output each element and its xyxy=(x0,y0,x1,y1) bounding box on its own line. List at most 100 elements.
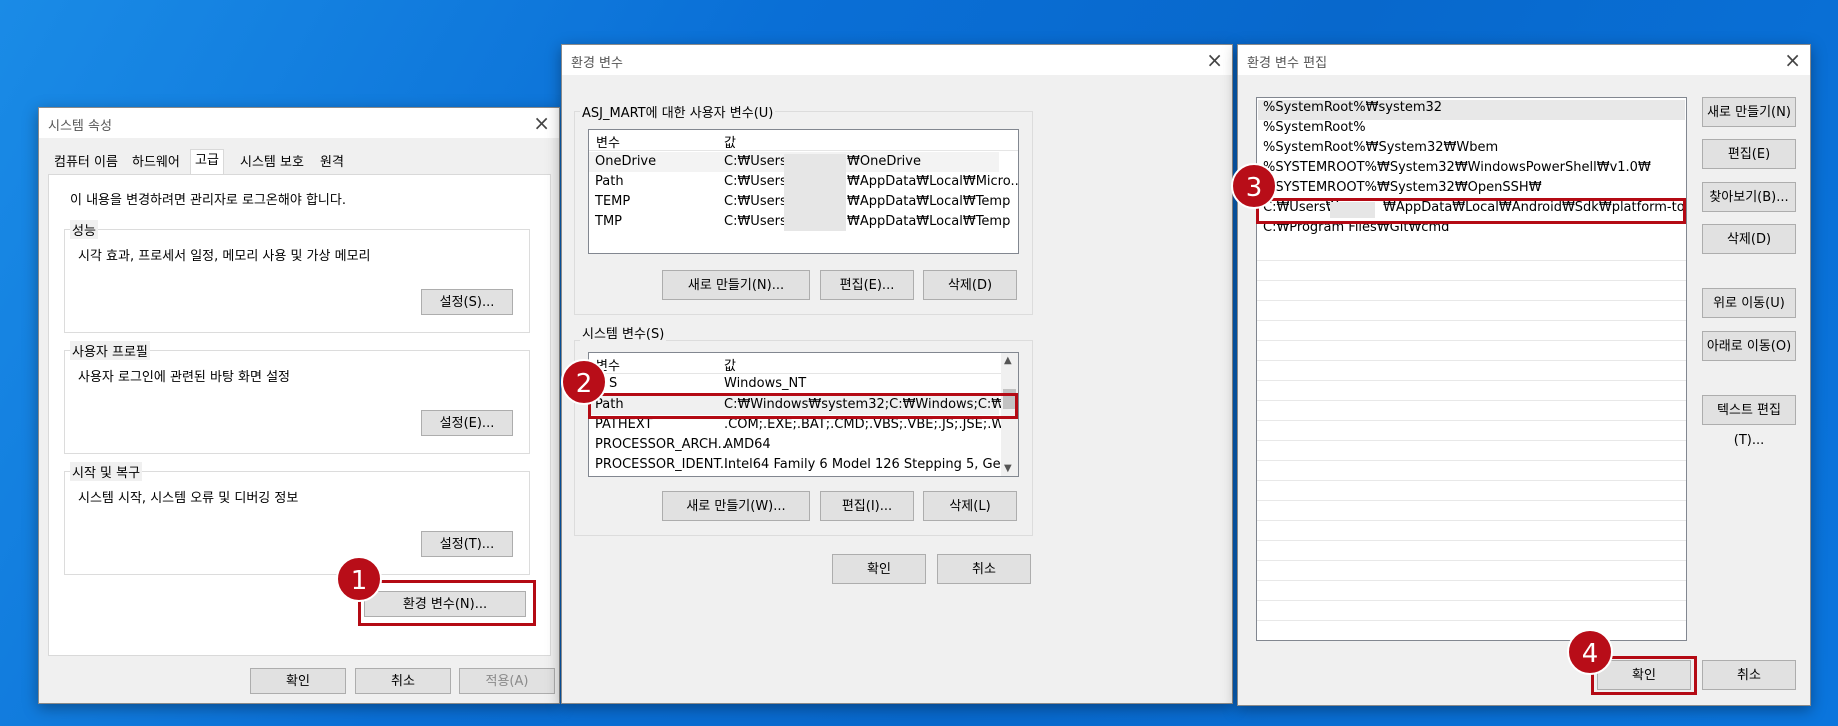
browse-button[interactable]: 찾아보기(B)... xyxy=(1702,182,1796,212)
dialog-title: 환경 변수 xyxy=(571,56,623,71)
path-entry[interactable]: %SystemRoot% xyxy=(1263,120,1682,140)
var-value: ₩AppData₩Local₩Micro... xyxy=(847,174,1019,189)
title-bar: 시스템 속성 × xyxy=(39,108,559,138)
path-entry[interactable]: %SystemRoot%₩system32 xyxy=(1258,100,1685,120)
startup-label: 시작 및 복구 xyxy=(70,462,143,481)
row-divider xyxy=(1257,380,1686,381)
system-var-row[interactable]: PROCESSOR_ARCH... AMD64 xyxy=(589,435,999,455)
row-divider xyxy=(1257,460,1686,461)
row-divider xyxy=(1257,600,1686,601)
row-divider xyxy=(1257,320,1686,321)
row-divider xyxy=(1257,260,1686,261)
var-name: PATHEXT xyxy=(595,417,653,432)
row-divider xyxy=(1257,340,1686,341)
profile-label: 사용자 프로필 xyxy=(70,341,150,360)
redacted-username xyxy=(784,154,846,231)
admin-note: 이 내용을 변경하려면 관리자로 로그온해야 합니다. xyxy=(70,193,346,208)
tab-computer-name[interactable]: 컴퓨터 이름 xyxy=(50,152,122,174)
performance-label: 성능 xyxy=(70,220,98,239)
edit-button[interactable]: 편집(E) xyxy=(1702,139,1796,169)
list-header: 변수 값 xyxy=(589,353,1018,374)
user-variables-list[interactable]: 변수 값 OneDrive C:₩Users₩ ₩OneDrive Path C… xyxy=(588,129,1019,254)
title-bar: 환경 변수 × xyxy=(562,45,1232,75)
var-name: PROCESSOR_ARCH... xyxy=(595,437,730,452)
tab-hardware[interactable]: 하드웨어 xyxy=(128,152,184,174)
user-edit-button[interactable]: 편집(E)... xyxy=(820,270,914,300)
scroll-up-arrow-icon[interactable]: ▲ xyxy=(1004,355,1012,366)
var-name: TEMP xyxy=(595,194,631,209)
system-delete-button[interactable]: 삭제(L) xyxy=(923,491,1017,521)
step-marker-2: 2 xyxy=(561,359,607,405)
row-divider xyxy=(1257,400,1686,401)
startup-desc: 시스템 시작, 시스템 오류 및 디버깅 정보 xyxy=(78,491,299,506)
system-var-row[interactable]: S Windows_NT xyxy=(589,374,999,394)
ok-button[interactable]: 확인 xyxy=(250,668,346,694)
column-value[interactable]: 값 xyxy=(724,132,736,151)
step-marker-3: 3 xyxy=(1231,163,1277,209)
tab-remote[interactable]: 원격 xyxy=(316,152,348,174)
var-name: TMP xyxy=(595,214,622,229)
close-icon[interactable]: × xyxy=(533,111,550,135)
ok-button[interactable]: 확인 xyxy=(832,554,926,584)
startup-settings-button[interactable]: 설정(T)... xyxy=(421,531,513,557)
apply-button[interactable]: 적용(A) xyxy=(459,668,555,694)
row-divider xyxy=(1257,540,1686,541)
step-marker-1: 1 xyxy=(336,556,382,602)
column-value[interactable]: 값 xyxy=(724,355,736,374)
close-icon[interactable]: × xyxy=(1784,48,1801,72)
list-header: 변수 값 xyxy=(589,130,1018,151)
system-variables-label: 시스템 변수(S) xyxy=(580,323,667,342)
delete-button[interactable]: 삭제(D) xyxy=(1702,224,1796,254)
performance-settings-button[interactable]: 설정(S)... xyxy=(421,289,513,315)
var-name: PROCESSOR_IDENT... xyxy=(595,457,733,472)
step-marker-4: 4 xyxy=(1567,629,1613,675)
system-var-row[interactable]: PROCESSOR_IDENT... Intel64 Family 6 Mode… xyxy=(589,455,1018,475)
cancel-button[interactable]: 취소 xyxy=(1702,660,1796,690)
row-divider xyxy=(1257,580,1686,581)
row-divider xyxy=(1257,280,1686,281)
var-value: Intel64 Family 6 Model 126 Stepping 5, G… xyxy=(724,457,1019,472)
cancel-button[interactable]: 취소 xyxy=(355,668,451,694)
row-divider xyxy=(1257,440,1686,441)
row-divider xyxy=(1257,560,1686,561)
cancel-button[interactable]: 취소 xyxy=(937,554,1031,584)
dialog-title: 시스템 속성 xyxy=(48,119,112,134)
var-name: S xyxy=(609,376,618,391)
close-icon[interactable]: × xyxy=(1206,48,1223,72)
path-entry[interactable]: %SYSTEMROOT%₩System32₩OpenSSH₩ xyxy=(1263,180,1682,200)
var-value: AMD64 xyxy=(724,437,771,452)
tab-system-protection[interactable]: 시스템 보호 xyxy=(236,152,308,174)
profile-desc: 사용자 로그인에 관련된 바탕 화면 설정 xyxy=(78,370,291,385)
user-delete-button[interactable]: 삭제(D) xyxy=(923,270,1017,300)
var-value: .COM;.EXE;.BAT;.CMD;.VBS;.VBE;.JS;.JSE;.… xyxy=(724,417,1019,432)
tab-advanced[interactable]: 고급 xyxy=(190,149,224,176)
path-entries-list[interactable]: %SystemRoot%₩system32 %SystemRoot% %Syst… xyxy=(1256,97,1687,641)
var-value: ₩AppData₩Local₩Temp xyxy=(847,194,1011,209)
path-entry[interactable]: %SystemRoot%₩System32₩Wbem xyxy=(1263,140,1682,160)
user-variables-label: ASJ_MART에 대한 사용자 변수(U) xyxy=(580,102,776,121)
new-button[interactable]: 새로 만들기(N) xyxy=(1702,97,1796,127)
user-new-button[interactable]: 새로 만들기(N)... xyxy=(662,270,810,300)
row-divider xyxy=(1257,420,1686,421)
row-divider xyxy=(1257,520,1686,521)
profile-settings-button[interactable]: 설정(E)... xyxy=(421,410,513,436)
edit-text-button[interactable]: 텍스트 편집(T)... xyxy=(1702,395,1796,448)
var-name: Path xyxy=(595,174,624,189)
row-divider xyxy=(1257,300,1686,301)
highlight-box-2 xyxy=(588,393,1018,419)
var-value: ₩AppData₩Local₩Temp xyxy=(847,214,1011,229)
highlight-box-1 xyxy=(358,580,536,626)
system-new-button[interactable]: 새로 만들기(W)... xyxy=(662,491,810,521)
scroll-down-arrow-icon[interactable]: ▼ xyxy=(1004,463,1012,474)
title-bar: 환경 변수 편집 × xyxy=(1238,45,1810,75)
var-name: OneDrive xyxy=(595,154,657,169)
row-divider xyxy=(1257,500,1686,501)
var-value: ₩OneDrive xyxy=(847,154,921,169)
highlight-box-3 xyxy=(1256,198,1686,224)
move-up-button[interactable]: 위로 이동(U) xyxy=(1702,288,1796,318)
dialog-title: 환경 변수 편집 xyxy=(1247,56,1328,71)
path-entry[interactable]: %SYSTEMROOT%₩System32₩WindowsPowerShell₩… xyxy=(1263,160,1682,180)
system-edit-button[interactable]: 편집(I)... xyxy=(820,491,914,521)
move-down-button[interactable]: 아래로 이동(O) xyxy=(1702,331,1796,361)
column-variable[interactable]: 변수 xyxy=(596,132,620,151)
